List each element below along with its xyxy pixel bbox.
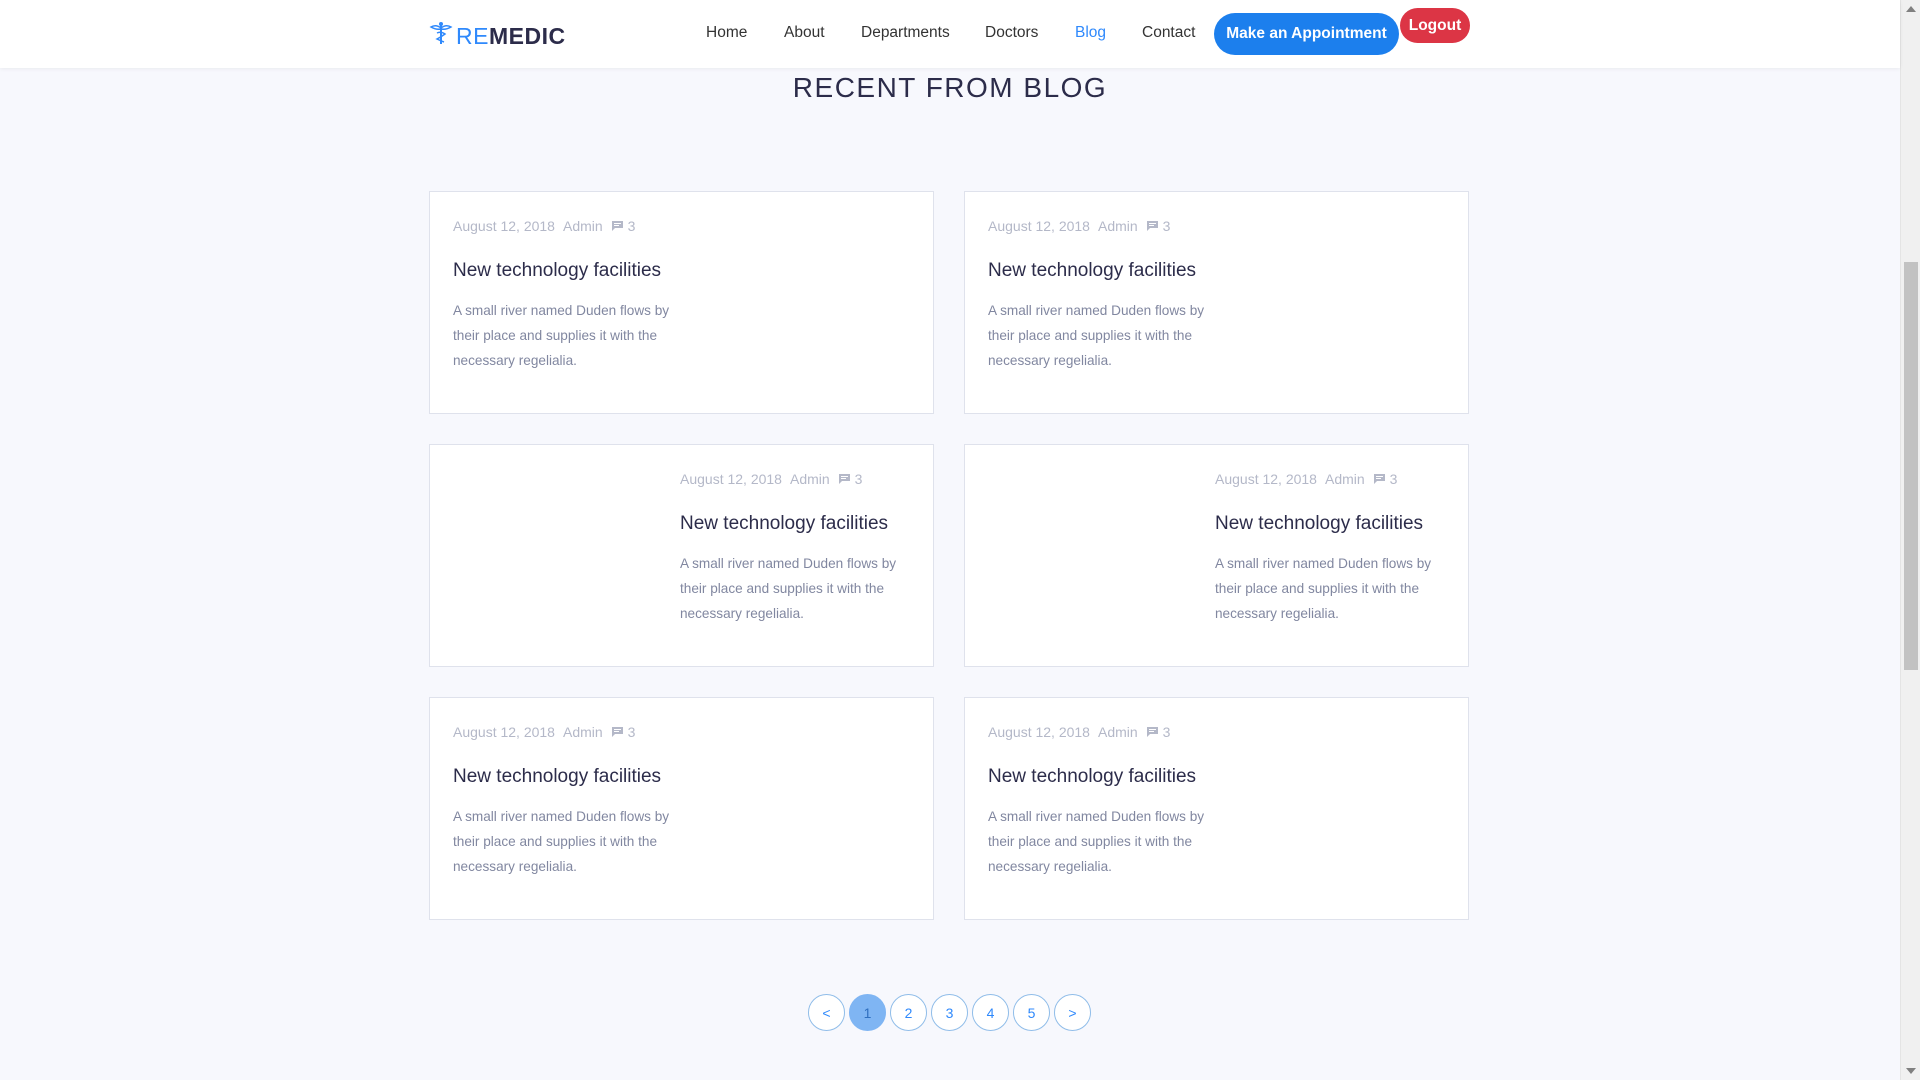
post-comment-count[interactable]: 3 — [1390, 471, 1398, 487]
comment-icon — [1373, 473, 1386, 485]
comment-icon — [611, 726, 624, 738]
pagination-page-5[interactable]: 5 — [1013, 994, 1050, 1031]
caduceus-icon — [428, 20, 456, 52]
post-date[interactable]: August 12, 2018 — [988, 218, 1090, 234]
post-title[interactable]: New technology facilities — [453, 260, 693, 282]
pagination: < 1 2 3 4 5 > — [808, 994, 1095, 1031]
post-meta: August 12, 2018 Admin 3 — [988, 724, 1228, 740]
blog-card[interactable]: August 12, 2018 Admin 3 New technology f… — [964, 444, 1469, 667]
post-comment-count[interactable]: 3 — [628, 218, 636, 234]
scroll-up-arrow-icon[interactable] — [1906, 6, 1916, 12]
post-excerpt: A small river named Duden flows by their… — [453, 303, 670, 368]
top-navbar: RE MEDIC Home About Departments Doctors B… — [0, 0, 1900, 68]
post-author[interactable]: Admin — [1098, 724, 1138, 740]
scroll-down-arrow-icon[interactable] — [1906, 1068, 1916, 1074]
blog-card[interactable]: August 12, 2018 Admin 3 New technology f… — [964, 191, 1469, 414]
blog-card-content: August 12, 2018 Admin 3 New technology f… — [453, 724, 693, 879]
pagination-page-2[interactable]: 2 — [890, 994, 927, 1031]
blog-card-content: August 12, 2018 Admin 3 New technology f… — [988, 724, 1228, 879]
comment-icon — [838, 473, 851, 485]
post-date[interactable]: August 12, 2018 — [453, 218, 555, 234]
post-excerpt: A small river named Duden flows by their… — [680, 556, 897, 621]
post-meta: August 12, 2018 Admin 3 — [680, 471, 920, 487]
pagination-page-4[interactable]: 4 — [972, 994, 1009, 1031]
pagination-next-button[interactable]: > — [1054, 994, 1091, 1031]
post-title[interactable]: New technology facilities — [988, 260, 1228, 282]
pagination-page-1[interactable]: 1 — [849, 994, 886, 1031]
nav-item-departments[interactable]: Departments — [861, 24, 950, 42]
comment-icon — [611, 220, 624, 232]
vertical-scrollbar[interactable] — [1900, 0, 1920, 1080]
nav-item-contact[interactable]: Contact — [1142, 24, 1195, 42]
logout-button[interactable]: Logout — [1400, 8, 1470, 43]
section-title: RECENT FROM BLOG — [792, 72, 1108, 103]
comment-icon — [1146, 726, 1159, 738]
nav-item-home[interactable]: Home — [706, 24, 747, 42]
post-meta: August 12, 2018 Admin 3 — [453, 724, 693, 740]
pagination-prev-button[interactable]: < — [808, 994, 845, 1031]
post-excerpt: A small river named Duden flows by their… — [988, 809, 1205, 874]
post-author[interactable]: Admin — [1325, 471, 1365, 487]
post-comment-count[interactable]: 3 — [855, 471, 863, 487]
post-author[interactable]: Admin — [790, 471, 830, 487]
post-title[interactable]: New technology facilities — [988, 766, 1228, 788]
post-meta: August 12, 2018 Admin 3 — [453, 218, 693, 234]
blog-card[interactable]: August 12, 2018 Admin 3 New technology f… — [964, 697, 1469, 920]
blog-card-content: August 12, 2018 Admin 3 New technology f… — [1215, 471, 1455, 626]
post-date[interactable]: August 12, 2018 — [453, 724, 555, 740]
make-appointment-button[interactable]: Make an Appointment — [1214, 13, 1399, 55]
post-excerpt: A small river named Duden flows by their… — [988, 303, 1205, 368]
post-title[interactable]: New technology facilities — [453, 766, 693, 788]
post-comment-count[interactable]: 3 — [628, 724, 636, 740]
brand-name-part1: RE — [456, 22, 489, 49]
blog-card[interactable]: August 12, 2018 Admin 3 New technology f… — [429, 444, 934, 667]
scrollbar-thumb[interactable] — [1904, 262, 1918, 670]
post-comment-count[interactable]: 3 — [1163, 724, 1171, 740]
post-author[interactable]: Admin — [563, 218, 603, 234]
nav-item-about[interactable]: About — [784, 24, 825, 42]
post-author[interactable]: Admin — [1098, 218, 1138, 234]
blog-card-content: August 12, 2018 Admin 3 New technology f… — [988, 218, 1228, 373]
post-excerpt: A small river named Duden flows by their… — [1215, 556, 1432, 621]
post-title[interactable]: New technology facilities — [1215, 513, 1455, 535]
post-title[interactable]: New technology facilities — [680, 513, 920, 535]
comment-icon — [1146, 220, 1159, 232]
post-date[interactable]: August 12, 2018 — [680, 471, 782, 487]
post-date[interactable]: August 12, 2018 — [988, 724, 1090, 740]
brand-name-part2: MEDIC — [488, 22, 566, 49]
post-author[interactable]: Admin — [563, 724, 603, 740]
post-date[interactable]: August 12, 2018 — [1215, 471, 1317, 487]
blog-card-content: August 12, 2018 Admin 3 New technology f… — [453, 218, 693, 373]
blog-card[interactable]: August 12, 2018 Admin 3 New technology f… — [429, 191, 934, 414]
blog-card[interactable]: August 12, 2018 Admin 3 New technology f… — [429, 697, 934, 920]
post-comment-count[interactable]: 3 — [1163, 218, 1171, 234]
post-meta: August 12, 2018 Admin 3 — [1215, 471, 1455, 487]
post-meta: August 12, 2018 Admin 3 — [988, 218, 1228, 234]
brand-logo[interactable]: RE MEDIC — [428, 20, 566, 52]
nav-item-blog[interactable]: Blog — [1075, 24, 1106, 42]
post-excerpt: A small river named Duden flows by their… — [453, 809, 670, 874]
blog-card-content: August 12, 2018 Admin 3 New technology f… — [680, 471, 920, 626]
nav-item-doctors[interactable]: Doctors — [985, 24, 1038, 42]
pagination-page-3[interactable]: 3 — [931, 994, 968, 1031]
